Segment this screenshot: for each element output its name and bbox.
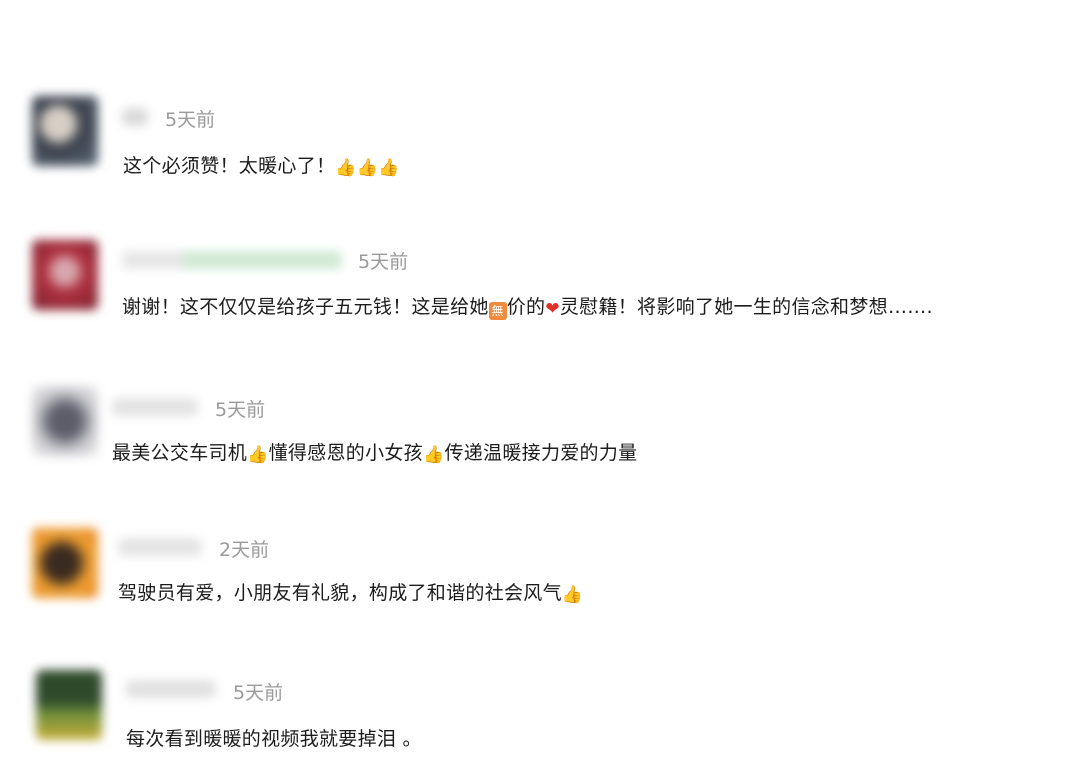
comment-text: 谢谢！这不仅仅是给孩子五元钱！这是给她無价的❤灵慰籍！将影响了她一生的信念和梦想… <box>122 292 933 320</box>
comment-text-part: 最美公交车司机 <box>112 442 248 464</box>
username-blurred[interactable] <box>118 538 202 556</box>
comment-time: 5天前 <box>358 251 409 273</box>
thumbs-up-icon: 👍 <box>335 158 357 178</box>
username-blurred[interactable] <box>126 680 216 698</box>
avatar[interactable] <box>36 670 102 740</box>
comment-text-part: 懂得感恩的小女孩 <box>268 442 423 464</box>
comment-text-part: 灵慰籍！将影响了她一生的信念和梦想……. <box>559 296 933 318</box>
comment-time: 5天前 <box>233 682 284 704</box>
thumbs-up-icon: 👍 <box>422 445 445 465</box>
comment-time: 5天前 <box>215 399 266 421</box>
comment-text-part: 传递温暖接力爱的力量 <box>444 442 638 464</box>
thumbs-up-icon: 👍 <box>247 445 269 465</box>
avatar[interactable] <box>32 240 98 310</box>
comment-text: 这个必须赞！太暖心了！👍👍👍 <box>123 151 400 178</box>
comment-text-part: 每次看到暖暖的视频我就要掉泪 。 <box>126 728 422 750</box>
comment-time: 2天前 <box>219 539 270 561</box>
avatar[interactable] <box>32 96 98 166</box>
comment-text: 每次看到暖暖的视频我就要掉泪 。 <box>126 724 422 751</box>
avatar[interactable] <box>32 528 98 598</box>
avatar[interactable] <box>32 386 98 456</box>
comment-text: 最美公交车司机👍懂得感恩的小女孩👍传递温暖接力爱的力量 <box>112 438 637 465</box>
comment-text: 驾驶员有爱，小朋友有礼貌，构成了和谐的社会风气👍 <box>118 578 583 605</box>
username-blurred[interactable] <box>122 251 342 269</box>
thumbs-up-icon: 👍 <box>356 158 379 178</box>
comment-text-part: 谢谢！这不仅仅是给孩子五元钱！这是给她 <box>122 296 489 318</box>
no-badge-icon: 無 <box>488 302 507 320</box>
comment-text-part: 驾驶员有爱，小朋友有礼貌，构成了和谐的社会风气 <box>118 582 562 604</box>
comment-text-part: 这个必须赞！太暖心了！ <box>123 155 336 177</box>
thumbs-up-icon: 👍 <box>378 158 400 178</box>
heart-icon: ❤ <box>545 299 560 319</box>
username-blurred[interactable] <box>122 108 148 126</box>
comment-text-part: 价的 <box>506 296 546 318</box>
comment-time: 5天前 <box>165 109 216 131</box>
thumbs-up-icon: 👍 <box>561 585 584 605</box>
username-blurred[interactable] <box>112 398 198 416</box>
